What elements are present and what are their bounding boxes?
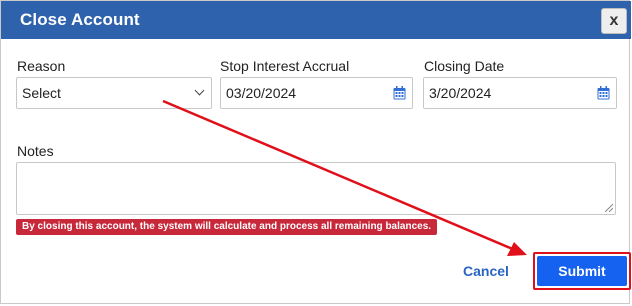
reason-label: Reason [17, 58, 66, 74]
submit-button[interactable]: Submit [537, 256, 627, 286]
reason-select-value: Select [22, 85, 61, 101]
notes-textarea[interactable] [16, 162, 616, 215]
close-icon: x [609, 12, 619, 29]
calendar-icon[interactable] [597, 86, 610, 100]
closing-date-input[interactable]: 3/20/2024 [423, 77, 617, 109]
closing-date-value: 3/20/2024 [429, 85, 492, 101]
dialog-title: Close Account [20, 10, 140, 29]
stop-interest-accrual-value: 03/20/2024 [226, 85, 297, 101]
warning-badge: By closing this account, the system will… [16, 219, 438, 235]
reason-select[interactable]: Select [16, 77, 212, 109]
stop-interest-accrual-label: Stop Interest Accrual [220, 58, 350, 74]
stop-interest-accrual-date-input[interactable]: 03/20/2024 [220, 77, 413, 109]
close-button[interactable]: x [601, 8, 627, 34]
dialog-titlebar: Close Account x [1, 1, 631, 39]
notes-label: Notes [17, 143, 54, 159]
cancel-button[interactable]: Cancel [463, 263, 509, 279]
resize-handle-icon[interactable] [603, 202, 613, 212]
calendar-icon[interactable] [393, 86, 406, 100]
chevron-down-icon [194, 85, 205, 96]
closing-date-label: Closing Date [424, 58, 505, 74]
